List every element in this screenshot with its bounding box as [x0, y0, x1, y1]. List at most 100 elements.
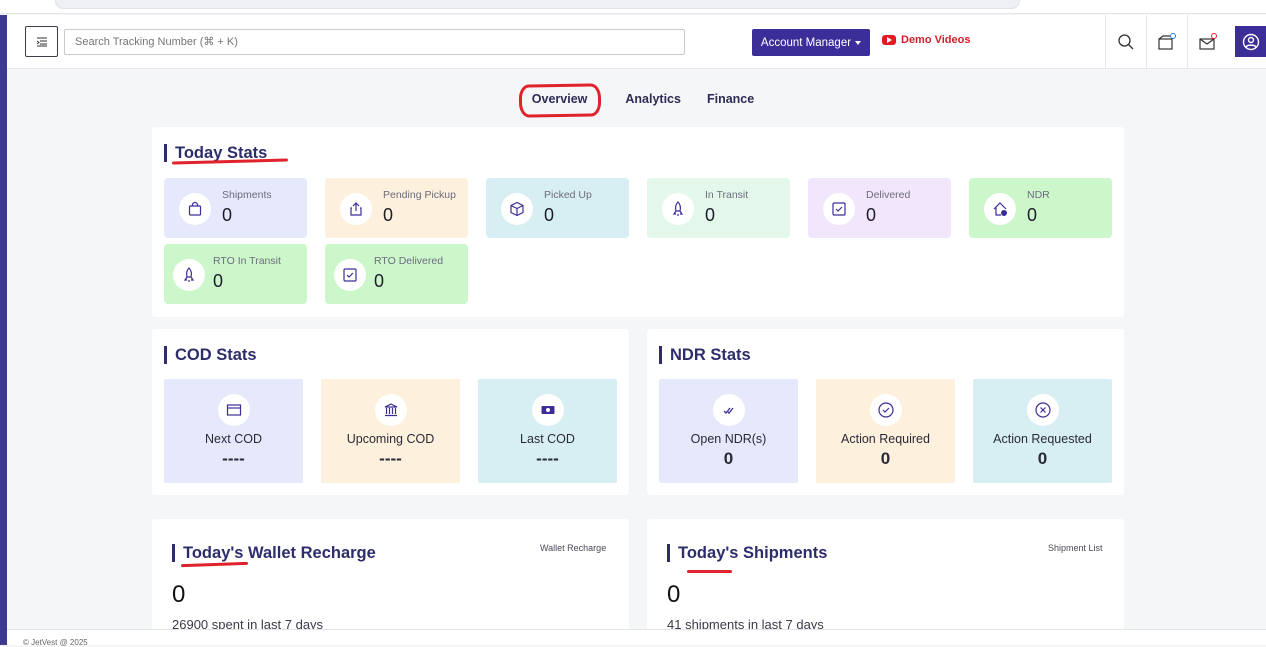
profile-button[interactable]: [1235, 26, 1266, 57]
ndr-open[interactable]: Open NDR(s) 0: [659, 379, 798, 483]
wallet-title: Today's Wallet Recharge: [172, 544, 376, 562]
menu-toggle-button[interactable]: [25, 26, 58, 57]
stat-in-transit[interactable]: In Transit 0: [647, 178, 790, 238]
browser-address-bar[interactable]: [55, 0, 1020, 9]
annotation-underline: [687, 570, 732, 573]
box-icon: [501, 193, 533, 225]
wallet-recharge-card: Today's Wallet Recharge Wallet Recharge …: [152, 519, 629, 645]
stat-rto-delivered[interactable]: RTO Delivered 0: [325, 244, 468, 304]
notifications-button[interactable]: [1146, 15, 1187, 69]
account-manager-button[interactable]: Account Manager: [752, 29, 870, 56]
today-stats-card: Today Stats Shipments 0 Pending Pickup 0…: [152, 127, 1124, 317]
shipment-list-link[interactable]: Shipment List: [1048, 543, 1103, 553]
youtube-icon: [882, 35, 896, 45]
stat-value: 0: [705, 205, 716, 225]
stat-label: RTO Delivered: [374, 255, 444, 267]
ndr-stats-title: NDR Stats: [659, 346, 751, 364]
mail-icon: [1199, 33, 1217, 50]
cod-next[interactable]: Next COD ----: [164, 379, 303, 483]
double-check-icon: [712, 394, 745, 426]
stat-value: 0: [374, 271, 385, 291]
cod-label: Last COD: [520, 432, 575, 446]
search-button[interactable]: [1105, 15, 1146, 69]
stat-label: Pending Pickup: [383, 189, 456, 201]
ndr-label: Open NDR(s): [690, 432, 767, 446]
annotation-circle: [518, 83, 602, 118]
browser-strip: [0, 0, 1266, 14]
tab-analytics-label: Analytics: [625, 92, 681, 106]
stat-label: Shipments: [222, 189, 272, 201]
dashboard-tabs: Overview Analytics Finance: [0, 83, 1266, 118]
stat-value: 0: [1027, 205, 1038, 225]
tab-finance-label: Finance: [706, 92, 755, 106]
bank-icon: [374, 394, 407, 426]
stat-ndr[interactable]: NDR 0: [969, 178, 1112, 238]
stat-value: 0: [544, 205, 555, 225]
search-icon: [1118, 34, 1134, 50]
demo-videos-label: Demo Videos: [901, 34, 971, 46]
tracking-search-input[interactable]: [64, 29, 685, 55]
annotation-underline: [180, 561, 249, 568]
stat-value: 0: [213, 271, 224, 291]
stat-label: Picked Up: [544, 189, 592, 201]
stat-label: NDR: [1027, 189, 1050, 201]
footer-copyright: © JetVest @ 2025: [23, 638, 88, 647]
bag-icon: [179, 193, 211, 225]
user-circle-icon: [1242, 33, 1259, 50]
stat-rto-in-transit[interactable]: RTO In Transit 0: [164, 244, 307, 304]
stat-value: 0: [383, 205, 394, 225]
cod-stats-title: COD Stats: [164, 346, 257, 364]
ndr-value: 0: [1037, 449, 1048, 468]
package-icon: [1158, 33, 1176, 50]
tab-overview[interactable]: Overview: [518, 83, 602, 118]
wallet-value: 0: [172, 581, 186, 608]
cod-value: ----: [222, 449, 245, 468]
ndr-stats-card: NDR Stats Open NDR(s) 0 Action Required …: [647, 329, 1124, 495]
tab-finance[interactable]: Finance: [707, 84, 754, 114]
today-shipments-card: Today's Shipments Shipment List 0 41 shi…: [647, 519, 1124, 645]
top-navbar: Account Manager Demo Videos: [7, 15, 1266, 69]
stat-label: Delivered: [866, 189, 911, 201]
cod-last[interactable]: Last COD ----: [478, 379, 617, 483]
checkbox-icon: [334, 259, 366, 291]
ndr-label: Action Required: [841, 432, 930, 446]
tab-analytics[interactable]: Analytics: [625, 84, 681, 114]
stat-label: RTO In Transit: [213, 255, 281, 267]
ndr-action-required[interactable]: Action Required 0: [816, 379, 955, 483]
caret-down-icon: [855, 40, 862, 45]
ndr-value: 0: [723, 449, 734, 468]
account-manager-label: Account Manager: [760, 36, 852, 49]
rocket-icon: [662, 193, 694, 225]
cash-icon: [531, 394, 564, 426]
menu-icon: [36, 37, 47, 46]
ndr-value: 0: [880, 449, 891, 468]
upload-icon: [340, 193, 372, 225]
shipments-value: 0: [667, 581, 681, 608]
footer: © JetVest @ 2025: [7, 629, 1266, 647]
stat-picked-up[interactable]: Picked Up 0: [486, 178, 629, 238]
cod-stats-card: COD Stats Next COD ---- Upcoming COD ---…: [152, 329, 629, 495]
cod-label: Upcoming COD: [346, 432, 435, 446]
cod-value: ----: [379, 449, 402, 468]
demo-videos-link[interactable]: Demo Videos: [882, 34, 971, 46]
rocket-icon: [173, 259, 205, 291]
card-icon: [217, 394, 250, 426]
ndr-label: Action Requested: [993, 432, 1092, 446]
home-alert-icon: [984, 193, 1016, 225]
checkbox-icon: [823, 193, 855, 225]
stat-label: In Transit: [705, 189, 749, 201]
stat-shipments[interactable]: Shipments 0: [164, 178, 307, 238]
wallet-recharge-link[interactable]: Wallet Recharge: [540, 543, 606, 553]
x-circle-icon: [1026, 394, 1059, 426]
shipments-title: Today's Shipments: [667, 544, 827, 562]
stat-pending-pickup[interactable]: Pending Pickup 0: [325, 178, 468, 238]
messages-button[interactable]: [1187, 15, 1228, 69]
stat-delivered[interactable]: Delivered 0: [808, 178, 951, 238]
cod-upcoming[interactable]: Upcoming COD ----: [321, 379, 460, 483]
ndr-action-requested[interactable]: Action Requested 0: [973, 379, 1112, 483]
cod-value: ----: [536, 449, 559, 468]
cod-label: Next COD: [205, 432, 262, 446]
stat-value: 0: [866, 205, 877, 225]
check-circle-icon: [869, 394, 902, 426]
stat-value: 0: [222, 205, 233, 225]
